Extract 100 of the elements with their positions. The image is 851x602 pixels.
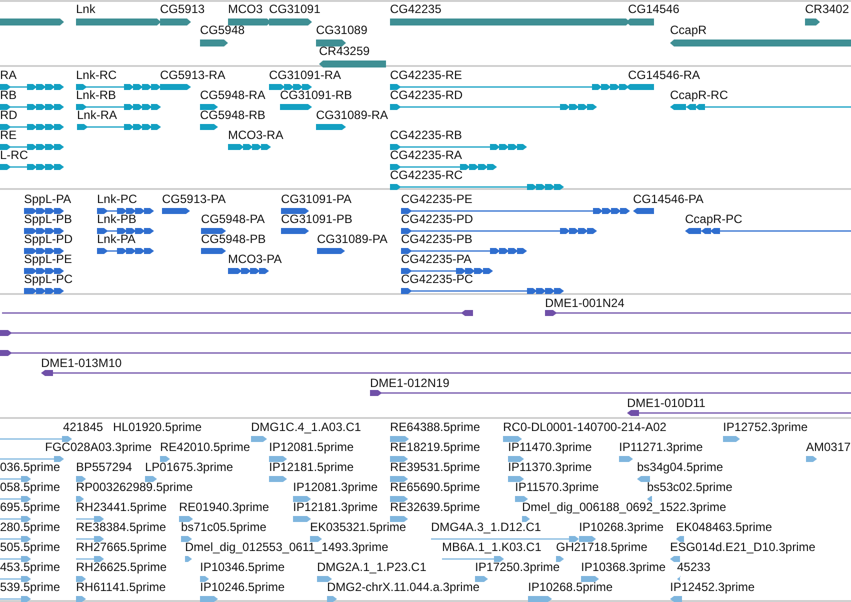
feature-label: CG42235-PA [401,252,472,266]
feature-label: CG14546-RA [628,68,700,82]
feature-label: RH23441.5prime [76,500,167,514]
feature-label: CG5948-PA [201,212,265,226]
feature-label: bs71c05.5prime [181,520,266,534]
feature-label: CG31091-PB [281,212,352,226]
feature-label: 45233 [677,560,710,574]
feature-label: 421845 [63,420,104,434]
feature-label: CG31089 [316,23,368,37]
feature-label: RH61141.5prime [76,580,166,594]
feature-label: RC0-DL0001-140700-214-A02 [503,420,666,434]
feature-label: CG14546 [628,2,680,16]
feature-label: CG14546-PA [633,192,704,206]
feature-label: HL01920.5prime [113,420,202,434]
feature-label: SppL-PE [24,252,72,266]
feature-label: CR43259 [319,44,370,58]
feature-label: CG5948-PB [201,232,266,246]
feature-label: DME1-013M10 [41,356,122,370]
feature-label: RE64388.5prime [390,420,480,434]
feature-label: IP10268.5prime [528,580,613,594]
feature-label: RE39531.5prime [390,460,480,474]
feature-label: CG5948 [200,23,245,37]
feature-label: DMG4A.3_1.D12.C1 [431,520,542,534]
feature-label: MCO3 [228,2,263,16]
feature-label: Dmel_dig_012553_0611_1493.3prime [185,540,388,554]
feature-label: CG5913 [160,2,205,16]
feature-label: CG5948-RA [200,88,266,102]
feature-label: RP003262989.5prime [76,480,193,494]
feature-label: DME1-010D11 [627,396,706,410]
feature-label: CG31089-RA [316,108,388,122]
feature-label: EK035321.5prime [310,520,406,534]
feature-label: CR3402 [805,2,850,16]
feature-label: 453.5prime [0,560,60,574]
feature-label: 695.5prime [0,500,60,514]
feature-label: RA [0,68,17,82]
feature-label: IP11271.3prime [619,440,703,454]
feature-label: BP557294 [76,460,132,474]
feature-label: RE [0,128,17,142]
feature-label: RH27665.5prime [76,540,167,554]
feature-label: DME1-012N19 [370,376,450,390]
feature-label: SppL-PD [24,232,73,246]
feature-label: IP11470.3prime [508,440,592,454]
feature-label: RD [0,108,18,122]
feature-label: CG42235-RC [390,168,463,182]
feature-label: IP10368.3prime [581,560,666,574]
feature-label: SppL-PB [24,212,72,226]
feature-label: Dmel_dig_006188_0692_1522.3prime [522,500,726,514]
feature-label: AM0317 [806,440,851,454]
feature-label: DMG1C.4_1.A03.C1 [251,420,362,434]
feature-label: CG5913-PA [162,192,226,206]
feature-label: CG42235-RE [390,68,462,82]
feature-label: IP12181.5prime [269,460,354,474]
feature-label: 280.5prime [0,520,60,534]
feature-label: RE18219.5prime [390,440,480,454]
feature-label: DMG2A.1_1.P23.C1 [317,560,426,574]
feature-label: IP12081.5prime [269,440,354,454]
feature-label: RB [0,88,17,102]
feature-label: Lnk-RB [76,88,116,102]
feature-label: FGC028A03.3prime [45,440,152,454]
feature-label: MCO3-RA [228,128,284,142]
feature-label: 036.5prime [0,460,60,474]
feature-label: DMG2-chrX.11.044.a.3prime [327,580,480,594]
feature-label: RE42010.5prime [160,440,250,454]
feature-label: CG31091-RB [280,88,352,102]
feature-label: SppL-PA [24,192,72,206]
feature-label: 058.5prime [0,480,60,494]
feature-label: IP10246.5prime [200,580,285,594]
feature-label: CG31089-PA [317,232,388,246]
feature-label: Lnk-RC [76,68,117,82]
feature-label: CG31091-PA [281,192,352,206]
feature-label: RE32639.5prime [390,500,480,514]
feature-label: CG42235-PD [401,212,474,226]
feature-label: SppL-PC [24,272,73,286]
feature-label: DME1-001N24 [545,296,624,310]
feature-label: Lnk [76,2,96,16]
feature-label: CG42235-RB [390,128,462,142]
feature-label: RE38384.5prime [76,520,166,534]
feature-label: IP12752.3prime [723,420,808,434]
feature-label: IP10346.5prime [200,560,285,574]
feature-label: IP11570.3prime [515,480,599,494]
feature-label: CG5948-RB [200,108,266,122]
feature-label: CG42235-PC [401,272,474,286]
feature-label: CG5913-RA [160,68,226,82]
feature-label: IP17250.3prime [475,560,560,574]
feature-label: MB6A.1_1.K03.C1 [442,540,542,554]
feature-label: IP12081.3prime [293,480,378,494]
feature-label: bs53c02.5prime [647,480,732,494]
feature-label: LP01675.3prime [145,460,234,474]
feature-label: CG31091 [269,2,320,16]
feature-label: RE01940.3prime [179,500,270,514]
feature-label: CG31091-RA [269,68,342,82]
feature-label: EK048463.5prime [676,520,772,534]
feature-label: IP12452.3prime [670,580,755,594]
feature-label: CcapR-RC [670,88,728,102]
feature-label: IP10268.3prime [579,520,664,534]
feature-label: bs34g04.5prime [637,460,724,474]
feature-label: RE65690.5prime [390,480,480,494]
feature-label: Lnk-PB [97,212,136,226]
feature-label: L-RC [0,148,28,162]
feature-label: GH21718.5prime [556,540,648,554]
